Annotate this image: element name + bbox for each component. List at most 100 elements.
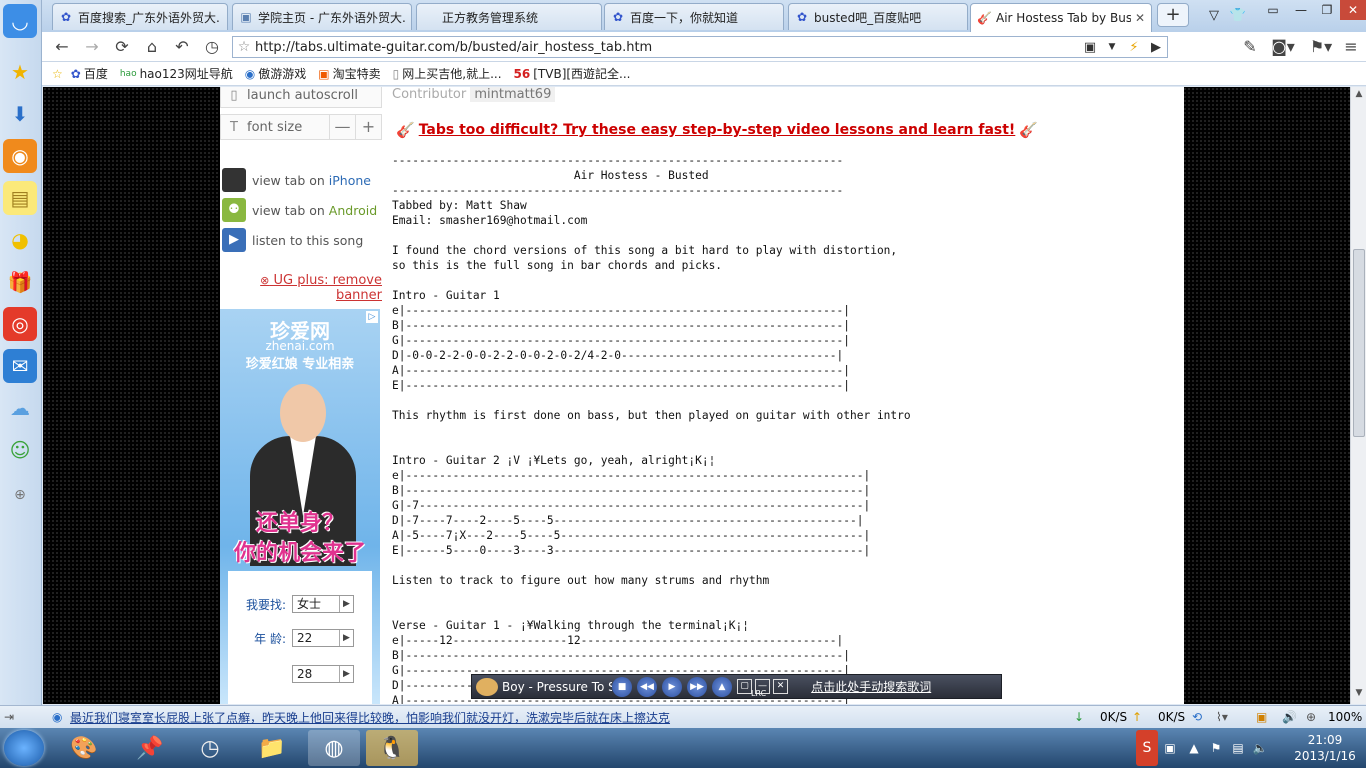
lrc-label[interactable]: LRC xyxy=(751,689,766,698)
activity-icon[interactable]: ⌇▾ xyxy=(1216,710,1228,724)
pushpin-app-icon[interactable]: 📌 xyxy=(124,730,176,766)
history-clock-icon[interactable]: ◷ xyxy=(200,36,224,58)
undo-close-icon[interactable]: ↶ xyxy=(170,36,194,58)
pacman-game-icon[interactable]: ◕ xyxy=(3,223,37,257)
eject-icon[interactable]: ▲ xyxy=(712,676,732,697)
address-bar[interactable]: ☆ http://tabs.ultimate-guitar.com/b/bust… xyxy=(232,36,1168,58)
previous-icon[interactable]: ◀◀ xyxy=(637,676,657,697)
explorer-folder-icon[interactable]: 📁 xyxy=(246,730,298,766)
favorites-star-icon[interactable]: ★ xyxy=(3,55,37,89)
shirt-skin-icon[interactable]: 👕 xyxy=(1228,6,1248,26)
start-button[interactable] xyxy=(4,730,44,766)
translate-icon[interactable]: ⚑▾ xyxy=(1304,36,1338,58)
tab-3[interactable]: ✿ 百度一下，你就知道 xyxy=(604,3,784,30)
promo-link[interactable]: 🎸 Tabs too difficult? Try these easy ste… xyxy=(392,121,1042,139)
system-clock[interactable]: 21:09 2013/1/16 xyxy=(1290,732,1360,764)
autoscroll-control[interactable]: ▯ launch autoscroll xyxy=(220,87,382,108)
qq-penguin-icon[interactable]: 🐧 xyxy=(366,730,418,766)
ad-form-label: 我要找: xyxy=(245,597,286,612)
maxthon-logo-icon[interactable]: ◡ xyxy=(3,4,37,38)
bookmark-taobao[interactable]: ▣ 淘宝特卖 xyxy=(318,65,380,82)
bookmark-guitar-shop[interactable]: ▯ 网上买吉他,就上... xyxy=(393,65,502,82)
listen-song-link[interactable]: ▶ listen to this song xyxy=(222,228,363,252)
gift-icon[interactable]: 🎁 xyxy=(3,265,37,299)
url-input[interactable]: http://tabs.ultimate-guitar.com/b/busted… xyxy=(255,40,1079,55)
tools-icon[interactable]: ✎ xyxy=(1238,36,1262,58)
page-content: ▯ launch autoscroll T font size — + view… xyxy=(220,87,1184,704)
add-sidebar-icon[interactable]: ⊕ xyxy=(3,478,37,512)
view-on-android-link[interactable]: ⚉ view tab on Android xyxy=(222,198,377,222)
tab-1[interactable]: ▣ 学院主页 - 广东外语外贸大... xyxy=(232,3,412,30)
view-on-iphone-link[interactable]: view tab on iPhone xyxy=(222,168,371,192)
notes-icon[interactable]: ▤ xyxy=(3,181,37,215)
stop-icon[interactable]: ■ xyxy=(612,676,632,697)
ug-plus-remove-banner-link[interactable]: ⊗ UG plus: remove banner xyxy=(260,273,382,303)
status-message-link[interactable]: 最近我们寝室室长屁股上张了点癣，昨天晚上他回来得比较晚，怕影响我们就没开灯，洗漱… xyxy=(70,709,670,726)
mini-restore-icon[interactable]: ▢ xyxy=(737,679,752,694)
mail-icon[interactable]: ✉ xyxy=(3,349,37,383)
font-size-increase-button[interactable]: + xyxy=(355,115,381,139)
refresh-icon[interactable]: ⟳ xyxy=(110,36,134,58)
network-icon[interactable]: ▤ xyxy=(1228,730,1248,766)
tab-menu-chevron-icon[interactable]: ▽ xyxy=(1204,6,1224,26)
next-icon[interactable]: ▶▶ xyxy=(687,676,707,697)
colorful-balls-app-icon[interactable]: 🎨 xyxy=(58,730,110,766)
home-icon[interactable]: ⌂ xyxy=(140,36,164,58)
tray-expand-icon[interactable]: ▲ xyxy=(1184,730,1204,766)
advertisement-banner[interactable]: ▷ 珍爱网 zhenai.com 珍爱红娘 专业相亲 还单身？ 你的机会来了 我… xyxy=(220,309,380,704)
ad-gender-select[interactable]: 女士 ▶ xyxy=(292,595,354,613)
back-icon[interactable]: ← xyxy=(50,36,74,58)
tab-0[interactable]: ✿ 百度搜索_广东外语外贸大... xyxy=(52,3,228,30)
clock-app-icon[interactable]: ◷ xyxy=(184,730,236,766)
play-button-icon[interactable]: ▶ xyxy=(662,676,682,697)
tab-close-icon[interactable]: ✕ xyxy=(1135,11,1145,25)
bookmarks-star-icon[interactable]: ☆ xyxy=(52,67,63,81)
page-icon[interactable]: ▣ xyxy=(1256,710,1267,724)
rss-icon[interactable]: ◉ xyxy=(3,139,37,173)
tab-5-active[interactable]: 🎸 Air Hostess Tab by Bust... ✕ xyxy=(970,3,1152,32)
scroll-up-icon[interactable]: ▲ xyxy=(1351,89,1366,103)
search-lyrics-link[interactable]: 点击此处手动搜索歌词 xyxy=(811,678,931,695)
go-arrow-icon[interactable]: ▶ xyxy=(1145,40,1167,55)
ad-age-max-select[interactable]: 28 ▶ xyxy=(292,665,354,683)
new-tab-button[interactable]: + xyxy=(1157,3,1189,27)
bookmark-hao123[interactable]: hao hao123网址导航 xyxy=(120,65,233,82)
download-icon[interactable]: ⬇ xyxy=(3,97,37,131)
forward-icon[interactable]: → xyxy=(80,36,104,58)
flag-icon[interactable]: ⚑ xyxy=(1206,730,1226,766)
vertical-scrollbar[interactable]: ▲ ▼ xyxy=(1350,87,1366,704)
bookmark-baidu[interactable]: ✿ 百度 xyxy=(71,65,108,82)
minimize-icon[interactable]: — xyxy=(1288,0,1314,20)
tray-volume-icon[interactable]: 🔈 xyxy=(1250,730,1270,766)
sogou-input-icon[interactable]: S xyxy=(1136,730,1158,766)
scroll-thumb[interactable] xyxy=(1353,249,1365,437)
sync-icon[interactable]: ⟲ xyxy=(1192,710,1202,724)
volume-icon[interactable]: 🔊 xyxy=(1282,710,1297,724)
close-window-icon[interactable]: ✕ xyxy=(1340,0,1366,20)
contributor-name[interactable]: mintmatt69 xyxy=(470,87,556,102)
bookmark-games[interactable]: ◉ 傲游游戏 xyxy=(245,65,307,82)
tab-4[interactable]: ✿ busted吧_百度贴吧 xyxy=(788,3,968,30)
lightning-icon[interactable]: ⚡ xyxy=(1123,40,1145,55)
bookmark-tvb[interactable]: 56 [TVB][西遊記全... xyxy=(514,65,631,82)
zoom-level[interactable]: 100% xyxy=(1328,710,1362,724)
reader-mode-icon[interactable]: ▣ xyxy=(1079,40,1101,55)
screenshot-camera-icon[interactable]: ◙▾ xyxy=(1268,36,1298,58)
smiley-icon[interactable]: ☺ xyxy=(3,433,37,467)
maxthon-taskbar-icon[interactable]: ◍ xyxy=(308,730,360,766)
font-size-decrease-button[interactable]: — xyxy=(329,115,355,139)
tab-2[interactable]: 正方教务管理系统 xyxy=(416,3,602,30)
sidebar-toggle-icon[interactable]: ⇥ xyxy=(4,710,14,724)
maximize-icon[interactable]: ❐ xyxy=(1314,0,1340,20)
bookmark-star-icon[interactable]: ☆ xyxy=(233,39,255,55)
input-mode-icon[interactable]: ▣ xyxy=(1160,730,1180,766)
menu-icon[interactable]: ≡ xyxy=(1340,36,1362,58)
cloud-icon[interactable]: ☁ xyxy=(3,391,37,425)
dropdown-arrow-icon[interactable]: ▼ xyxy=(1101,42,1123,52)
restore-small-icon[interactable]: ▭ xyxy=(1260,0,1286,20)
mini-close-icon[interactable]: ✕ xyxy=(773,679,788,694)
scroll-down-icon[interactable]: ▼ xyxy=(1351,688,1366,702)
ad-age-min-select[interactable]: 22 ▶ xyxy=(292,629,354,647)
weibo-icon[interactable]: ◎ xyxy=(3,307,37,341)
zoom-icon[interactable]: ⊕ xyxy=(1306,710,1316,724)
